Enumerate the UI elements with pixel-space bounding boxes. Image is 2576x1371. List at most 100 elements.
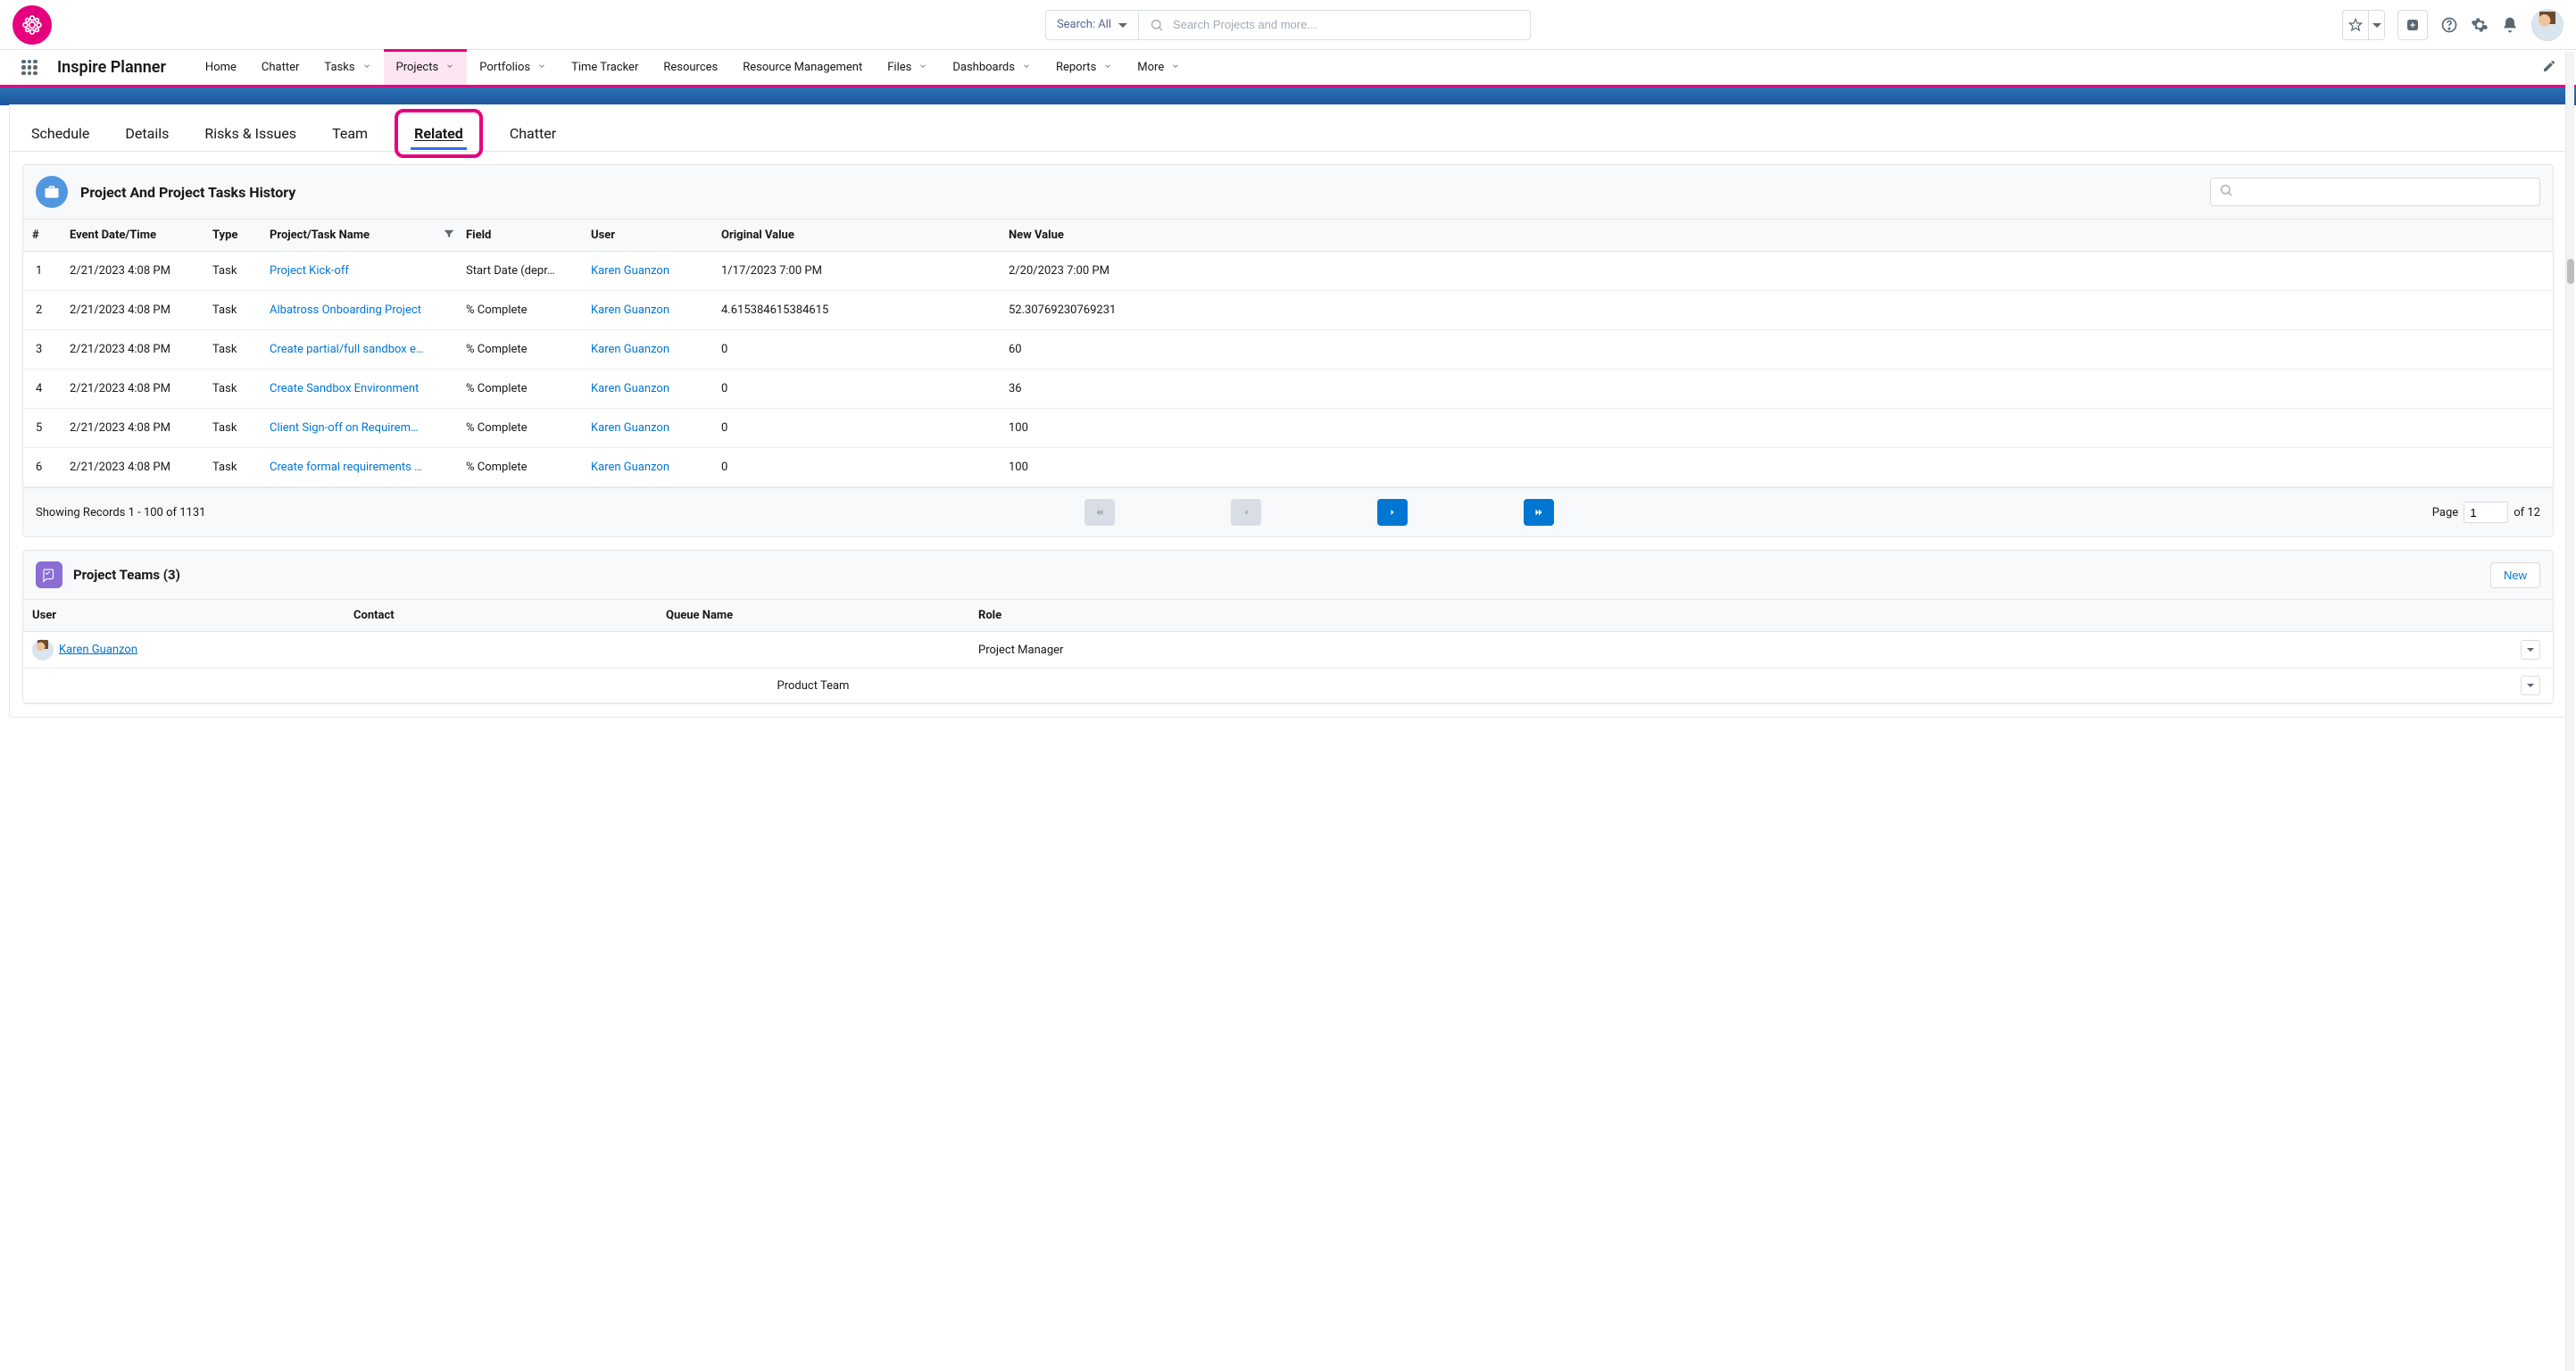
task-link[interactable]: Create partial/full sandbox e… [270, 343, 424, 356]
teams-col-header[interactable]: Queue Name [657, 600, 969, 632]
pager-page-input[interactable] [2464, 502, 2508, 523]
task-link[interactable]: Client Sign-off on Requirem… [270, 421, 419, 435]
task-link[interactable]: Project Kick-off [270, 264, 349, 278]
chevron-down-icon [537, 61, 546, 74]
nav-item-tasks[interactable]: Tasks [312, 50, 383, 85]
nav-item-projects[interactable]: Projects [384, 50, 468, 85]
history-cell: % Complete [457, 409, 582, 448]
history-col-header[interactable]: User [582, 220, 712, 252]
team-user-link[interactable]: Karen Guanzon [59, 643, 137, 656]
nav-item-home[interactable]: Home [193, 50, 249, 85]
scrollbar-track[interactable] [2565, 52, 2574, 1371]
history-cell: 2/21/2023 4:08 PM [61, 330, 204, 370]
user-link[interactable]: Karen Guanzon [591, 461, 669, 474]
history-cell: % Complete [457, 448, 582, 487]
col-header-label: Event Date/Time [70, 228, 156, 242]
history-row: 22/21/2023 4:08 PMTaskAlbatross Onboardi… [23, 291, 2553, 330]
teams-col-header[interactable]: User [23, 600, 345, 632]
user-link[interactable]: Karen Guanzon [591, 264, 669, 278]
add-button[interactable] [2397, 10, 2428, 40]
task-link[interactable]: Create Sandbox Environment [270, 382, 419, 395]
tab-schedule[interactable]: Schedule [29, 118, 91, 149]
app-launcher-icon[interactable] [21, 60, 37, 76]
user-avatar[interactable] [2531, 9, 2564, 41]
row-action-menu[interactable] [2521, 640, 2540, 660]
history-cell: Karen Guanzon [582, 409, 712, 448]
history-col-header[interactable]: # [23, 220, 61, 252]
history-col-header[interactable]: Event Date/Time [61, 220, 204, 252]
task-link[interactable]: Create formal requirements … [270, 461, 422, 474]
user-link[interactable]: Karen Guanzon [591, 343, 669, 356]
history-row: 32/21/2023 4:08 PMTask Create partial/ful… [23, 330, 2553, 370]
nav-item-time-tracker[interactable]: Time Tracker [559, 50, 651, 85]
pager-page: Page of 12 [2432, 502, 2540, 523]
app-logo[interactable] [12, 5, 52, 45]
pencil-icon [2542, 59, 2556, 73]
chevron-down-icon [1171, 61, 1180, 74]
nav-item-label: Home [205, 61, 237, 74]
user-link[interactable]: Karen Guanzon [591, 421, 669, 435]
edit-nav-button[interactable] [2542, 59, 2556, 77]
nav-item-label: Resource Management [743, 61, 862, 74]
user-link[interactable]: Karen Guanzon [591, 303, 669, 317]
teams-cell-contact [345, 632, 657, 669]
search-scope-label: Search: All [1057, 18, 1111, 31]
row-action-menu[interactable] [2521, 676, 2540, 695]
tab-risks-issues[interactable]: Risks & Issues [203, 118, 298, 149]
nav-item-reports[interactable]: Reports [1043, 50, 1125, 85]
history-col-header[interactable]: Original Value [712, 220, 1000, 252]
history-cell: 100 [1000, 409, 2553, 448]
history-cell: Project Kick-off [261, 252, 457, 291]
search-box[interactable] [1138, 10, 1531, 40]
nav-item-label: Time Tracker [571, 61, 638, 74]
nav-item-portfolios[interactable]: Portfolios [467, 50, 559, 85]
history-panel-header: Project And Project Tasks History [23, 165, 2553, 219]
history-search-input[interactable] [2210, 178, 2540, 206]
history-cell: Start Date (depr… [457, 252, 582, 291]
header-actions [2342, 9, 2564, 41]
favorites-dropdown[interactable] [2342, 10, 2385, 40]
nav-item-resources[interactable]: Resources [651, 50, 730, 85]
user-link[interactable]: Karen Guanzon [591, 382, 669, 395]
nav-item-dashboards[interactable]: Dashboards [940, 50, 1043, 85]
col-header-label: Field [466, 228, 491, 242]
tab-chatter[interactable]: Chatter [508, 118, 558, 149]
chevron-down-icon [2372, 23, 2381, 32]
history-col-header[interactable]: Type [204, 220, 261, 252]
nav-item-more[interactable]: More [1125, 50, 1192, 85]
history-col-header[interactable]: New Value [1000, 220, 2553, 252]
task-link[interactable]: Albatross Onboarding Project [270, 303, 421, 317]
tab-details[interactable]: Details [123, 118, 170, 149]
history-pager: Showing Records 1 - 100 of 1131 Page of … [23, 487, 2553, 536]
history-col-header[interactable]: Field [457, 220, 582, 252]
notifications-button[interactable] [2501, 16, 2519, 34]
teams-new-button[interactable]: New [2490, 562, 2540, 588]
history-cell: Task [204, 448, 261, 487]
nav-item-chatter[interactable]: Chatter [249, 50, 312, 85]
tab-team[interactable]: Team [330, 118, 370, 149]
teams-col-header[interactable]: Role [969, 600, 2512, 632]
history-table: # Event Date/Time TypeProject/Task Name Fie… [23, 219, 2553, 487]
chevron-down-icon [2527, 684, 2534, 691]
setup-button[interactable] [2471, 16, 2489, 34]
pager-last-button[interactable] [1524, 499, 1554, 526]
pager-next-button[interactable] [1377, 499, 1408, 526]
history-cell: 2 [23, 291, 61, 330]
teams-cell-role: Project Manager [969, 632, 2512, 669]
history-col-header[interactable]: Project/Task Name [261, 220, 457, 252]
scrollbar-thumb[interactable] [2567, 259, 2574, 284]
history-cell: 2/21/2023 4:08 PM [61, 409, 204, 448]
help-button[interactable] [2440, 16, 2458, 34]
teams-cell-action [2512, 669, 2553, 703]
teams-col-header[interactable]: Contact [345, 600, 657, 632]
tab-related[interactable]: Related [412, 118, 465, 149]
history-cell: Task [204, 330, 261, 370]
history-cell: 0 [712, 330, 1000, 370]
search-input[interactable] [1173, 18, 1519, 31]
history-cell: 3 [23, 330, 61, 370]
teams-row: Product Team [23, 669, 2553, 703]
nav-item-resource-management[interactable]: Resource Management [730, 50, 875, 85]
search-scope-dropdown[interactable]: Search: All [1045, 10, 1138, 40]
col-header-label: # [32, 228, 39, 242]
nav-item-files[interactable]: Files [875, 50, 940, 85]
